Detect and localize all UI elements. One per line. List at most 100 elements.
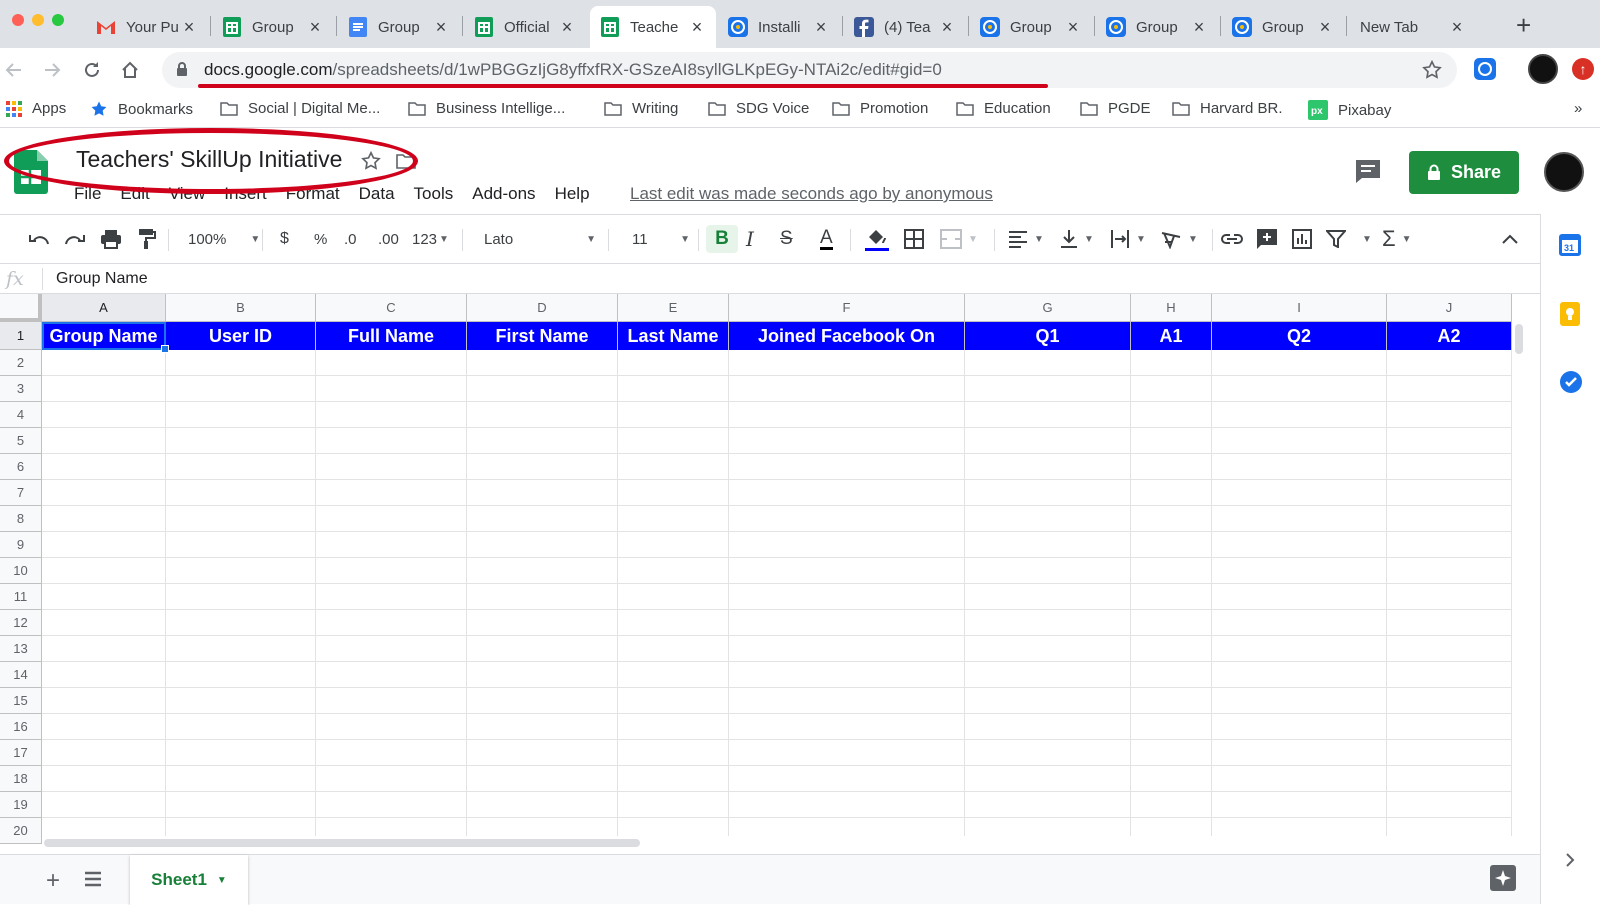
cell-c2[interactable]: [316, 350, 467, 376]
cell-d15[interactable]: [467, 688, 618, 714]
cell-c16[interactable]: [316, 714, 467, 740]
cell-a18[interactable]: [42, 766, 166, 792]
browser-tab[interactable]: Group ×: [1222, 6, 1344, 48]
row-header-3[interactable]: 3: [0, 376, 42, 402]
currency-format-button[interactable]: $: [280, 225, 289, 253]
keep-icon[interactable]: [1560, 302, 1580, 326]
extension-icon[interactable]: [1474, 58, 1496, 80]
bookmark-folder[interactable]: SDG Voice: [708, 100, 809, 117]
cell-b16[interactable]: [166, 714, 316, 740]
forward-button[interactable]: [40, 58, 64, 82]
cell-i17[interactable]: [1212, 740, 1387, 766]
cell-c7[interactable]: [316, 480, 467, 506]
reload-button[interactable]: [80, 58, 104, 82]
cell-a11[interactable]: [42, 584, 166, 610]
vertical-align-button[interactable]: ▼: [1060, 225, 1094, 253]
column-header-e[interactable]: E: [618, 294, 729, 322]
functions-button[interactable]: Σ ▼: [1382, 225, 1412, 253]
bookmark-pixabay[interactable]: px Pixabay: [1308, 100, 1391, 120]
cell-i10[interactable]: [1212, 558, 1387, 584]
cell-g10[interactable]: [965, 558, 1131, 584]
cell-j18[interactable]: [1387, 766, 1512, 792]
cell-a12[interactable]: [42, 610, 166, 636]
cell-f12[interactable]: [729, 610, 965, 636]
cell-a8[interactable]: [42, 506, 166, 532]
cell-g6[interactable]: [965, 454, 1131, 480]
cell-a10[interactable]: [42, 558, 166, 584]
cell-e3[interactable]: [618, 376, 729, 402]
header-cell-b1[interactable]: User ID: [166, 322, 316, 350]
cell-c14[interactable]: [316, 662, 467, 688]
cell-j2[interactable]: [1387, 350, 1512, 376]
row-header-13[interactable]: 13: [0, 636, 42, 662]
column-header-b[interactable]: B: [166, 294, 316, 322]
cell-e18[interactable]: [618, 766, 729, 792]
cell-d19[interactable]: [467, 792, 618, 818]
cell-h10[interactable]: [1131, 558, 1212, 584]
cell-e13[interactable]: [618, 636, 729, 662]
cell-b10[interactable]: [166, 558, 316, 584]
text-color-button[interactable]: A: [820, 225, 833, 253]
column-header-f[interactable]: F: [729, 294, 965, 322]
cell-c15[interactable]: [316, 688, 467, 714]
cell-f18[interactable]: [729, 766, 965, 792]
cell-a16[interactable]: [42, 714, 166, 740]
cell-c12[interactable]: [316, 610, 467, 636]
bookmark-folder[interactable]: Social | Digital Me...: [220, 100, 380, 117]
strikethrough-button[interactable]: S: [780, 225, 793, 253]
cell-g13[interactable]: [965, 636, 1131, 662]
cell-c11[interactable]: [316, 584, 467, 610]
cell-e7[interactable]: [618, 480, 729, 506]
cell-j7[interactable]: [1387, 480, 1512, 506]
row-header-12[interactable]: 12: [0, 610, 42, 636]
cell-g16[interactable]: [965, 714, 1131, 740]
close-tab-icon[interactable]: ×: [180, 17, 198, 38]
spreadsheet-grid[interactable]: A B C D E F G H I J 1 Group Name User ID Full Name Fir…: [0, 294, 1526, 854]
cell-f2[interactable]: [729, 350, 965, 376]
cell-j16[interactable]: [1387, 714, 1512, 740]
menu-data[interactable]: Data: [359, 184, 395, 204]
address-bar[interactable]: docs.google.com/spreadsheets/d/1wPBGGzIj…: [162, 52, 1457, 88]
close-tab-icon[interactable]: ×: [938, 17, 956, 38]
insert-comment-button[interactable]: [1256, 225, 1278, 253]
cell-c9[interactable]: [316, 532, 467, 558]
cell-g3[interactable]: [965, 376, 1131, 402]
close-tab-icon[interactable]: ×: [1064, 17, 1082, 38]
cell-c10[interactable]: [316, 558, 467, 584]
close-tab-icon[interactable]: ×: [1448, 17, 1466, 38]
new-tab-button[interactable]: +: [1516, 10, 1531, 41]
scrollbar-thumb[interactable]: [1515, 324, 1523, 354]
cell-h12[interactable]: [1131, 610, 1212, 636]
cell-h4[interactable]: [1131, 402, 1212, 428]
cell-b15[interactable]: [166, 688, 316, 714]
cell-e6[interactable]: [618, 454, 729, 480]
cell-j12[interactable]: [1387, 610, 1512, 636]
cell-f13[interactable]: [729, 636, 965, 662]
cell-f6[interactable]: [729, 454, 965, 480]
row-header-1[interactable]: 1: [0, 322, 42, 350]
cell-g8[interactable]: [965, 506, 1131, 532]
browser-tab-active[interactable]: Teache ×: [590, 6, 716, 48]
bookmark-folder[interactable]: Writing: [604, 100, 678, 117]
bookmark-folder[interactable]: Harvard BR.: [1172, 100, 1283, 117]
cell-i12[interactable]: [1212, 610, 1387, 636]
cell-d6[interactable]: [467, 454, 618, 480]
cell-c6[interactable]: [316, 454, 467, 480]
fill-color-button[interactable]: [864, 225, 890, 253]
print-button[interactable]: [100, 225, 122, 253]
cell-e8[interactable]: [618, 506, 729, 532]
close-tab-icon[interactable]: ×: [688, 17, 706, 38]
column-header-j[interactable]: J: [1387, 294, 1512, 322]
cell-e16[interactable]: [618, 714, 729, 740]
cell-e14[interactable]: [618, 662, 729, 688]
cell-g14[interactable]: [965, 662, 1131, 688]
cell-b9[interactable]: [166, 532, 316, 558]
cell-j17[interactable]: [1387, 740, 1512, 766]
row-header-11[interactable]: 11: [0, 584, 42, 610]
cell-c4[interactable]: [316, 402, 467, 428]
cell-i15[interactable]: [1212, 688, 1387, 714]
cell-e15[interactable]: [618, 688, 729, 714]
cell-g11[interactable]: [965, 584, 1131, 610]
cell-b14[interactable]: [166, 662, 316, 688]
cell-h14[interactable]: [1131, 662, 1212, 688]
